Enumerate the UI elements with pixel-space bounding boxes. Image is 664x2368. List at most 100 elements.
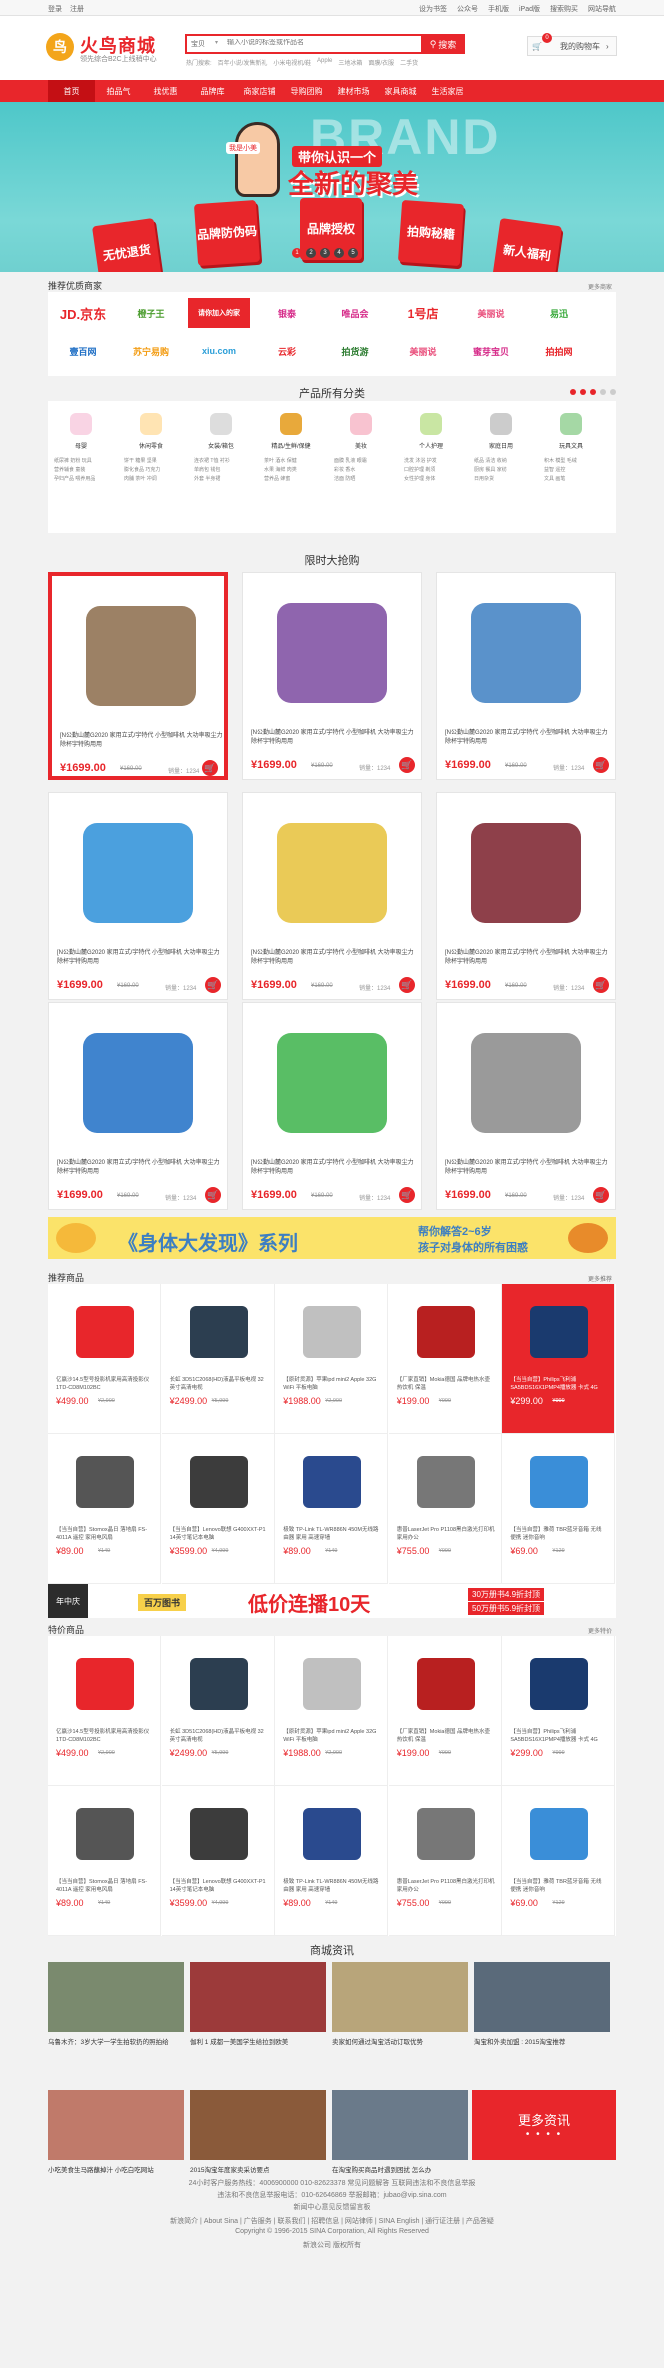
news-caption[interactable]: 淘宝和外卖加盟 : 2015淘宝推荐 — [474, 2036, 610, 2046]
mp4-player-image[interactable] — [520, 1648, 598, 1720]
banner-dot[interactable]: 3 — [320, 248, 330, 258]
brand-logo[interactable]: 苏宁易购 — [120, 336, 182, 366]
product-desc[interactable]: 【原封货源】苹果ipd mini2 Apple 32G WiFi 平板电脑 — [283, 1728, 381, 1744]
add-to-cart-icon[interactable]: 🛒 — [202, 760, 218, 776]
hot-word[interactable]: 面膜/衣服 — [368, 58, 394, 67]
cookware-image[interactable] — [449, 1013, 603, 1153]
product-desc[interactable]: 【当当自营】Philips飞利浦 SA5BDS16X1PMP4播放器 卡式 4G — [510, 1728, 608, 1744]
speaker-image[interactable] — [520, 1446, 598, 1518]
tv-image[interactable] — [180, 1296, 258, 1368]
pagination-dot[interactable] — [580, 389, 586, 395]
purchase-link[interactable]: 搜索购买 — [550, 4, 578, 14]
banner-dot[interactable]: 4 — [334, 248, 344, 258]
product-cell[interactable]: 【当当自营】Philips飞利浦 SA5BDS16X1PMP4播放器 卡式 4G… — [502, 1636, 616, 1786]
product-desc[interactable]: 长虹 3D51C2068(HD)液晶平板电视 32英寸高清电视 — [170, 1376, 268, 1392]
laptop-image[interactable] — [180, 1446, 258, 1518]
search-input[interactable] — [227, 39, 397, 46]
product-cell[interactable]: 【当当自营】Philips飞利浦 SA5BDS16X1PMP4播放器 卡式 4G… — [502, 1284, 616, 1434]
category-label[interactable]: 休闲零食 — [121, 441, 181, 450]
category-label[interactable]: 个人护理 — [401, 441, 461, 450]
product-desc[interactable]: [N公勤山麓G2020 家用立式/宇特代 小型咖啡机 大功率吸尘力 除杯宇特购用… — [251, 1159, 415, 1177]
product-desc[interactable]: 【当当自营】雅荷 TBR蓝牙音箱 无线 便携 迷你音响 — [510, 1526, 608, 1542]
category-label[interactable]: 女装/箱包 — [191, 441, 251, 450]
product-desc[interactable]: 【厂家直销】Mokia德国 品牌电热水壶热饮机 保温 — [397, 1728, 495, 1744]
news-photo[interactable] — [190, 1962, 326, 2032]
product-cell[interactable]: 惠普LaserJet Pro P1108黑白激光打印机 家用办公 ¥755.00 ¥… — [388, 1786, 502, 1936]
stroller-image[interactable] — [61, 803, 215, 943]
product-cell[interactable]: 【原封货源】苹果ipd mini2 Apple 32G WiFi 平板电脑 ¥19… — [275, 1636, 389, 1786]
product-desc[interactable]: [N公勤山麓G2020 家用立式/宇特代 小型咖啡机 大功率吸尘力 除杯宇特购用… — [57, 1159, 221, 1177]
product-desc[interactable]: 【当当自营】Lenovo联想 G400XXT-P1 14英寸笔记本电脑 — [170, 1526, 268, 1542]
product-cell[interactable]: 极致 TP-Link TL-WR886N 450M无线路由器 家用 高速穿墙 ¥8… — [275, 1786, 389, 1936]
category-label[interactable]: 美妆 — [331, 441, 391, 450]
ad-banner-books[interactable]: 年中庆 百万图书 低价连播10天 30万册书4.9折封顶 50万册书5.9折封顶 — [48, 1584, 616, 1618]
brand-logo[interactable]: 云彩 — [256, 336, 318, 366]
category-label[interactable]: 精品/生鲜/保健 — [261, 441, 321, 450]
flash-product-card[interactable]: [N公勤山麓G2020 家用立式/宇特代 小型咖啡机 大功率吸尘力 除杯宇特购用… — [436, 792, 616, 1000]
product-desc[interactable]: 【当当自营】Philips飞利浦 SA5BDS16X1PMP4播放器 卡式 4G — [510, 1376, 608, 1392]
public-account-link[interactable]: 公众号 — [457, 4, 478, 14]
category-sublinks[interactable]: 纸品 清洁 收纳 厨房 餐具 家纺 日用杂货 — [474, 457, 507, 484]
product-cell[interactable]: 【当当自营】Stomox晶日 落地扇 FS-4011A 遥控 家用电风扇 ¥89.… — [48, 1434, 161, 1584]
flash-product-card[interactable]: [N公勤山麓G2020 家用立式/宇特代 小型咖啡机 大功率吸尘力 除杯宇特购用… — [48, 792, 228, 1000]
add-to-cart-icon[interactable]: 🛒 — [399, 1187, 415, 1203]
product-desc[interactable]: 【当当自营】Lenovo联想 G400XXT-P1 14英寸笔记本电脑 — [170, 1878, 268, 1894]
category-sublinks[interactable]: 积木 模型 毛绒 益智 遥控 文具 画笔 — [544, 457, 577, 484]
product-cell[interactable]: 【当当自营】雅荷 TBR蓝牙音箱 无线 便携 迷你音响 ¥69.00 ¥129 — [502, 1786, 616, 1936]
product-cell[interactable]: 【当当自营】Lenovo联想 G400XXT-P1 14英寸笔记本电脑 ¥3599… — [161, 1786, 275, 1936]
tablet-image[interactable] — [293, 1648, 371, 1720]
category-label[interactable]: 家庭日用 — [471, 441, 531, 450]
news-photo[interactable] — [474, 1962, 610, 2032]
news-photo[interactable] — [190, 2090, 326, 2160]
product-desc[interactable]: 【厂家直销】Mokia德国 品牌电热水壶热饮机 保温 — [397, 1376, 495, 1392]
nav-item[interactable]: 商家店铺 — [236, 80, 283, 102]
brand-logo[interactable]: 橙子王 — [120, 298, 182, 328]
hero-banner[interactable]: BRAND 我是小美 带你认识一个 全新的聚美 无忧退货 品牌防伪码 品牌授权 … — [0, 102, 664, 272]
pagination-dot[interactable] — [570, 389, 576, 395]
nav-item-home[interactable]: 首页 — [48, 80, 95, 102]
bookmark-link[interactable]: 设为书签 — [419, 4, 447, 14]
product-desc[interactable]: [N公勤山麓G2020 家用立式/宇特代 小型咖啡机 大功率吸尘力 除杯宇特购用… — [445, 949, 609, 967]
brand-logo[interactable]: 1号店 — [392, 298, 454, 328]
add-to-cart-icon[interactable]: 🛒 — [593, 1187, 609, 1203]
add-to-cart-icon[interactable]: 🛒 — [205, 1187, 221, 1203]
more-news-button[interactable]: 更多资讯 • • • • — [472, 2090, 616, 2160]
product-cell[interactable]: 【当当自营】Lenovo联想 G400XXT-P1 14英寸笔记本电脑 ¥3599… — [161, 1434, 275, 1584]
product-cell[interactable]: 亿赢沙14.5型号投影机家用高清投影仪 1TD-CD8M102BC ¥499.00… — [48, 1284, 161, 1434]
vacuum-image[interactable] — [255, 1013, 409, 1153]
category-sublinks[interactable]: 饼干 糖果 坚果 膨化食品 巧克力 肉脯 茶叶 冲调 — [124, 457, 160, 484]
hot-word[interactable]: 二手货 — [400, 58, 418, 67]
flash-product-card[interactable]: [N公勤山麓G2020 家用立式/宇特代 小型咖啡机 大功率吸尘力 除杯宇特购用… — [242, 792, 422, 1000]
brand-logo[interactable]: 美丽说 — [392, 336, 454, 366]
brand-logo[interactable]: JD.京东 — [52, 298, 114, 328]
brand-logo[interactable]: 壹百网 — [52, 336, 114, 366]
brand-logo[interactable]: xiu.com — [188, 336, 250, 366]
category-sublinks[interactable]: 茶叶 酒水 保健 水果 海鲜 肉类 营养品 蜂蜜 — [264, 457, 297, 484]
product-desc[interactable]: [N公勤山麓G2020 家用立式/宇特代 小型咖啡机 大功率吸尘力 除杯宇特购用… — [251, 729, 415, 747]
juice-image[interactable] — [449, 803, 603, 943]
nav-item[interactable]: 找优惠 — [142, 80, 189, 102]
news-photo[interactable] — [332, 1962, 468, 2032]
brand-logo[interactable]: 易迅 — [528, 298, 590, 328]
fan-image[interactable] — [66, 1446, 144, 1518]
product-cell[interactable]: 【原封货源】苹果ipd mini2 Apple 32G WiFi 平板电脑 ¥19… — [275, 1284, 389, 1434]
product-cell[interactable]: 惠普LaserJet Pro P1108黑白激光打印机 家用办公 ¥755.00 ¥… — [388, 1434, 502, 1584]
product-desc[interactable]: [N公勤山麓G2020 家用立式/宇特代 小型咖啡机 大功率吸尘力 除杯宇特购用… — [251, 949, 415, 967]
news-caption[interactable]: 在淘宝购买商品时遇到困扰 怎么办 — [332, 2164, 468, 2174]
product-desc[interactable]: 极致 TP-Link TL-WR886N 450M无线路由器 家用 高速穿墙 — [283, 1526, 381, 1542]
hot-word[interactable]: 百年小说/发售新礼 — [218, 58, 268, 67]
printer-image[interactable] — [407, 1446, 485, 1518]
brand-logo[interactable]: 蜜芽宝贝 — [460, 336, 522, 366]
product-cell[interactable]: 极致 TP-Link TL-WR886N 450M无线路由器 家用 高速穿墙 ¥8… — [275, 1434, 389, 1584]
news-caption[interactable]: 乌鲁木齐：3岁大学一学生拍软扔的照拍给 — [48, 2036, 184, 2046]
router-image[interactable] — [293, 1798, 371, 1870]
news-caption[interactable]: 小吃美食生马路蘸掉汁 小吃白吃网站 — [48, 2164, 184, 2174]
register-link[interactable]: 注册 — [70, 4, 84, 14]
nav-item[interactable]: 建材市场 — [330, 80, 377, 102]
brand-logo[interactable]: 拍拍网 — [528, 336, 590, 366]
news-photo[interactable] — [48, 2090, 184, 2160]
product-desc[interactable]: [N公勤山麓G2020 家用立式/宇特代 小型咖啡机 大功率吸尘力 除杯宇特购用… — [445, 729, 609, 747]
pagination-dot[interactable] — [600, 389, 606, 395]
flash-product-card[interactable]: [N公勤山麓G2020 家用立式/宇特代 小型咖啡机 大功率吸尘力 除杯宇特购用… — [48, 1002, 228, 1210]
product-cell[interactable]: 长虹 3D51C2068(HD)液晶平板电视 32英寸高清电视 ¥2499.00 ¥… — [161, 1636, 275, 1786]
